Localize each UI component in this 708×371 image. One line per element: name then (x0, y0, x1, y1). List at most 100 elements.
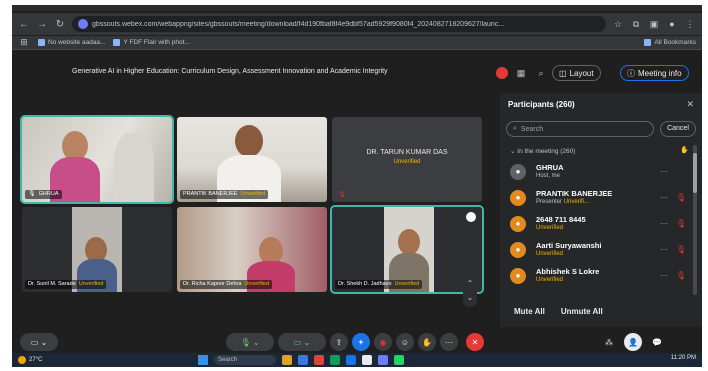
reactions-button[interactable]: ☺ (396, 333, 414, 351)
app-icon[interactable] (346, 355, 356, 365)
unverified-badge: Unverifi... (563, 199, 590, 205)
recording-icon[interactable] (496, 67, 508, 79)
participant-row[interactable]: ● 2648 711 8445 Unverified ⋯ 🎙 (508, 213, 688, 235)
people-icon: 👤 (628, 337, 638, 347)
site-icon (78, 19, 88, 29)
close-icon[interactable]: ✕ (686, 99, 694, 110)
layout-button[interactable]: ◫ Layout (552, 65, 601, 81)
profile-icon[interactable]: ● (666, 19, 678, 29)
star-icon[interactable]: ☆ (612, 19, 624, 30)
app-icon[interactable] (330, 355, 340, 365)
weather-widget[interactable]: 27°C (18, 356, 42, 364)
video-tile[interactable]: Dr. Shekh D. Jadhavo Unverified (330, 205, 484, 294)
more-icon[interactable]: ⋯ (660, 193, 668, 202)
avatar: ● (510, 242, 526, 258)
captions-button[interactable]: ▭ ⌄ (20, 333, 58, 351)
participants-panel: Participants (260) ✕ ⌕ Search Cancel ⌄ I… (500, 93, 702, 327)
bookmark-label: Y FDF Flair with phot... (123, 39, 190, 46)
more-icon[interactable]: ⋯ (660, 167, 668, 176)
apps-button[interactable]: ⁂ (600, 333, 618, 351)
more-options-button[interactable]: ⋯ (440, 333, 458, 351)
grid-scroll-control[interactable]: ⌃ ⌄ (463, 277, 477, 307)
mic-muted-icon[interactable]: 🎙 (676, 219, 686, 228)
mic-muted-icon[interactable]: 🎙 (676, 245, 686, 254)
webex-icon[interactable] (378, 355, 388, 365)
more-icon[interactable]: ⋯ (660, 245, 668, 254)
video-tile[interactable]: 🎙 GHRUA (20, 115, 174, 204)
ai-assistant-button[interactable]: ✦ (352, 333, 370, 351)
meeting-info-button[interactable]: ⓘ Meeting info (620, 65, 689, 81)
participant-row[interactable]: ● Aarti Suryawanshi Unverified ⋯ 🎙 (508, 239, 688, 261)
unmute-all-button[interactable]: Unmute All (561, 307, 603, 316)
back-icon[interactable]: ← (18, 19, 30, 30)
participants-button[interactable]: 👤 (624, 333, 642, 351)
clock[interactable]: 11:20 PM (671, 355, 696, 361)
participant-video (114, 133, 154, 202)
panel-footer: Mute All Unmute All (500, 301, 702, 321)
share-button[interactable]: ⇪ (330, 333, 348, 351)
participant-name: Dr. Richa Kapoor Dehra (183, 281, 242, 287)
bookmarks-bar: ⊞ No website aadaa... Y FDF Flair with p… (12, 36, 702, 50)
chat-icon: 💬 (652, 337, 662, 347)
chat-button[interactable]: 💬 (648, 333, 666, 351)
menu-icon[interactable]: ⋮ (684, 19, 696, 30)
participant-search-input[interactable]: ⌕ Search (506, 121, 654, 137)
participant-role: Unverified (536, 277, 563, 283)
mute-all-button[interactable]: Mute All (514, 307, 545, 316)
mic-icon: 🎙 ⌄ (240, 337, 260, 347)
mic-muted-icon[interactable]: 🎙 (676, 271, 686, 280)
participant-role: Unverified (536, 225, 563, 231)
reload-icon[interactable]: ↻ (54, 19, 66, 30)
sidepanel-icon[interactable]: ▣ (648, 19, 660, 30)
bookmark-item[interactable]: No website aadaa... (38, 39, 105, 46)
all-bookmarks-label: All Bookmarks (654, 39, 696, 46)
cancel-button[interactable]: Cancel (660, 121, 696, 137)
record-button[interactable]: ◉ (374, 333, 392, 351)
apps-icon[interactable]: ⊞ (18, 37, 30, 48)
participant-row[interactable]: ● PRANTIK BANERJEE Presenter Unverifi...… (508, 187, 688, 209)
edge-icon[interactable] (298, 355, 308, 365)
more-icon: ⋯ (445, 337, 453, 347)
address-bar[interactable]: gbssouts.webex.com/webappng/sites/gbssou… (72, 16, 606, 32)
mic-muted-icon[interactable]: 🎙 (676, 193, 686, 202)
forward-icon[interactable]: → (36, 19, 48, 30)
more-icon[interactable]: ⋯ (660, 219, 668, 228)
raise-hand-button[interactable]: ✋ (418, 333, 436, 351)
hand-icon: ✋ (422, 337, 432, 347)
mute-button[interactable]: 🎙 ⌄ (226, 333, 274, 351)
participant-row[interactable]: ● Abhishek S Lokre Unverified ⋯ 🎙 (508, 265, 688, 287)
search-icon: ⌕ (513, 125, 517, 132)
chrome-icon[interactable] (314, 355, 324, 365)
chevron-down-icon[interactable]: ⌄ (463, 291, 477, 305)
participant-name: GHRUA (536, 163, 564, 172)
extension-icon[interactable]: ⧉ (630, 19, 642, 30)
participant-name: Aarti Suryawanshi (536, 241, 602, 250)
all-bookmarks[interactable]: All Bookmarks (644, 39, 696, 46)
video-tile[interactable]: PRANTIK BANERJEE Unverified (177, 117, 327, 202)
video-tile[interactable]: DR. TARUN KUMAR DAS Unverified 🎙 (332, 117, 482, 202)
browser-tab-strip (12, 5, 702, 11)
whatsapp-icon[interactable] (394, 355, 404, 365)
end-call-button[interactable]: ✕ (466, 333, 484, 351)
video-button[interactable]: ▭ ⌄ (278, 333, 326, 351)
tile-name-label: 🎙 GHRUA (25, 190, 62, 199)
in-meeting-section[interactable]: ⌄ In the meeting (260) (510, 147, 575, 155)
participant-row[interactable]: ● GHRUA Host, me ⋯ (508, 161, 688, 183)
grid-icon[interactable]: ▦ (514, 66, 528, 80)
more-icon[interactable]: ⋯ (660, 271, 668, 280)
camera-icon: ▭ ⌄ (293, 337, 311, 347)
pin-icon[interactable] (466, 212, 476, 222)
video-tile[interactable]: Dr. Sunil M. Sarade Unverified (22, 207, 172, 292)
app-icon[interactable] (362, 355, 372, 365)
video-tile[interactable]: Dr. Richa Kapoor Dehra Unverified (177, 207, 327, 292)
taskbar-search[interactable]: Search (214, 355, 276, 365)
search-icon[interactable]: ⌕ (534, 66, 548, 80)
windows-start-icon[interactable] (198, 355, 208, 365)
chevron-up-icon[interactable]: ⌃ (463, 277, 477, 291)
participant-name: Abhishek S Lokre (536, 267, 600, 276)
avatar: ● (510, 190, 526, 206)
panel-scrollbar-thumb[interactable] (693, 153, 697, 193)
bookmark-label: No website aadaa... (48, 39, 106, 46)
bookmark-item[interactable]: Y FDF Flair with phot... (113, 39, 190, 46)
file-explorer-icon[interactable] (282, 355, 292, 365)
